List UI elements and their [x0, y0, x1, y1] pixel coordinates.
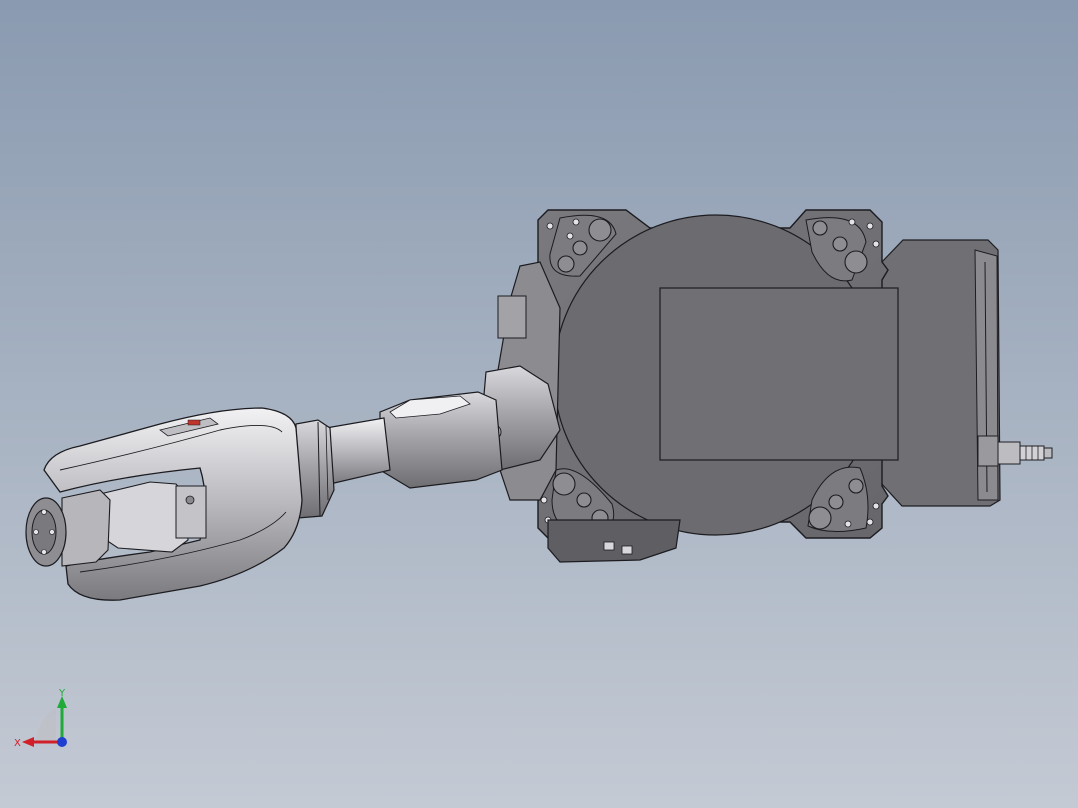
robot-arm-model[interactable]: [0, 0, 1078, 808]
triad-plane: [36, 708, 56, 742]
robot-base: [537, 209, 899, 539]
upper-arm: [325, 391, 503, 489]
cable-connector: [997, 441, 1053, 465]
y-axis-label: Y: [58, 688, 66, 699]
cad-viewport[interactable]: Y X: [0, 0, 1078, 808]
tool-flange: [25, 497, 67, 567]
x-axis-arrow: [22, 737, 34, 747]
brand-mark: [187, 419, 201, 426]
x-axis-label: X: [14, 738, 21, 749]
coordinate-triad: Y X: [14, 688, 67, 749]
z-axis: [57, 737, 67, 747]
